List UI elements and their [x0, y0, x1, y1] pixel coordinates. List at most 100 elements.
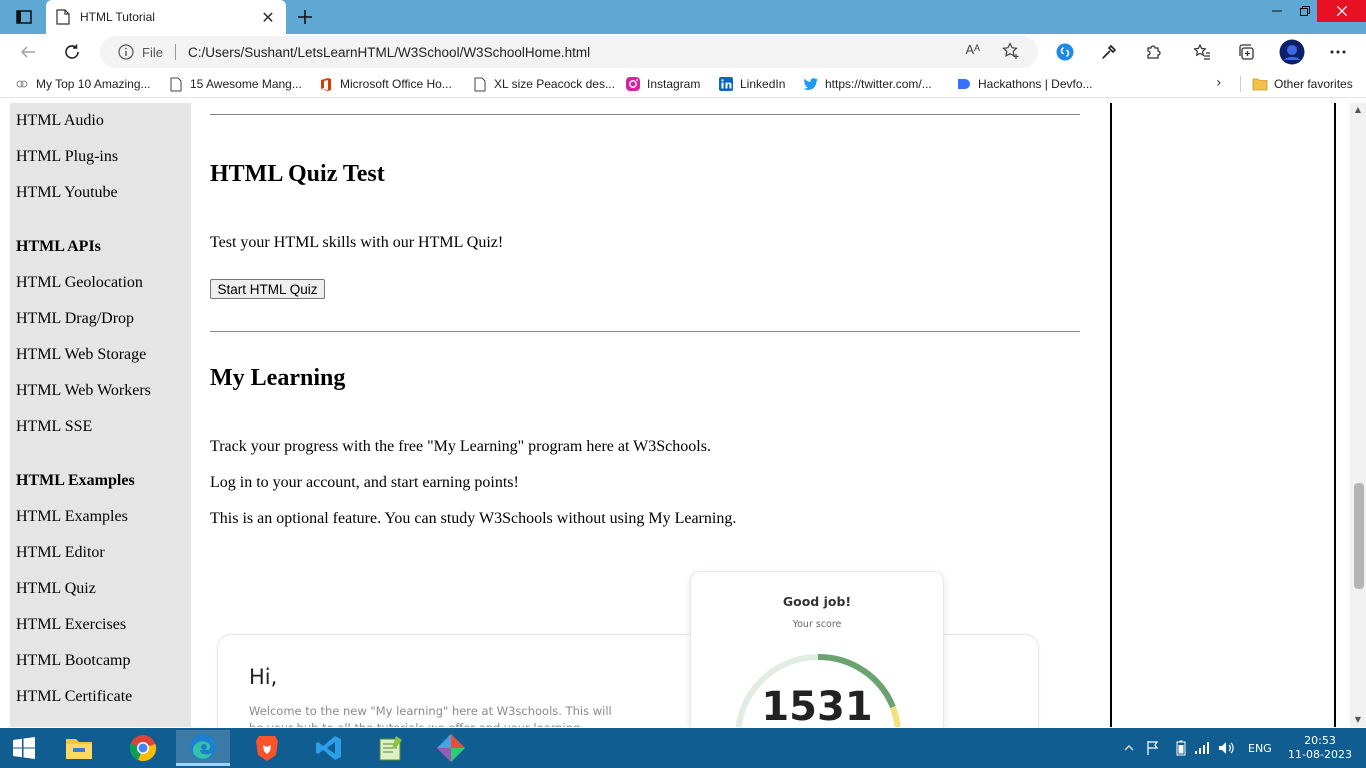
- tab-html-tutorial[interactable]: HTML Tutorial ✕: [46, 0, 286, 34]
- git-icon: [437, 734, 465, 762]
- scroll-thumb[interactable]: [1354, 483, 1364, 589]
- clock-time: 20:53: [1304, 734, 1336, 747]
- favorite-instagram[interactable]: Instagram: [625, 74, 700, 94]
- settings-menu-button[interactable]: [1324, 38, 1352, 66]
- sidebar-item-html-youtube[interactable]: HTML Youtube: [16, 184, 118, 202]
- sidebar-item-html-drag-drop[interactable]: HTML Drag/Drop: [16, 310, 134, 328]
- chevron-up-icon: [1124, 745, 1134, 751]
- avatar: [1279, 39, 1305, 65]
- favorite-15-awesome[interactable]: 15 Awesome Mang...: [168, 74, 302, 94]
- favorite-my-top-10[interactable]: My Top 10 Amazing...: [14, 74, 151, 94]
- minimize-button[interactable]: [1262, 0, 1292, 22]
- other-favorites-folder[interactable]: Other favorites: [1252, 74, 1353, 94]
- score-title: Good job!: [782, 594, 852, 609]
- color-picker-extension-button[interactable]: [1095, 38, 1123, 66]
- chrome-icon: [129, 735, 157, 762]
- extensions-button[interactable]: [1139, 38, 1167, 66]
- shazam-extension-button[interactable]: [1051, 38, 1079, 66]
- favorites-divider: [1240, 76, 1241, 92]
- favorite-hackathons-devfolio[interactable]: Hackathons | Devfo...: [956, 74, 1093, 94]
- taskbar-vscode[interactable]: [302, 730, 356, 766]
- sidebar-item-html-quiz[interactable]: HTML Quiz: [16, 580, 96, 598]
- sidebar-item-html-web-storage[interactable]: HTML Web Storage: [16, 346, 146, 364]
- add-favorite-button[interactable]: [1002, 42, 1020, 64]
- scroll-up-button[interactable]: ▲: [1350, 103, 1366, 117]
- link-icon: [14, 76, 30, 92]
- sidebar-item-html-web-workers[interactable]: HTML Web Workers: [16, 382, 151, 400]
- star-plus-icon: [1002, 42, 1019, 59]
- show-hidden-icons-button[interactable]: [1124, 728, 1134, 768]
- address-bar[interactable]: File C:/Users/Sushant/LetsLearnHTML/W3Sc…: [100, 36, 1038, 68]
- page-icon: [168, 76, 184, 92]
- favorites-overflow-button[interactable]: ›: [1216, 75, 1222, 91]
- tray-volume[interactable]: [1218, 728, 1236, 768]
- tab-actions-icon: [16, 10, 32, 24]
- scroll-down-button[interactable]: ▼: [1350, 713, 1366, 727]
- profile-button[interactable]: [1278, 38, 1306, 66]
- restore-icon: [1300, 6, 1310, 16]
- sidebar-item-html-audio[interactable]: HTML Audio: [16, 112, 104, 130]
- collections-icon: [1239, 44, 1254, 60]
- url-text[interactable]: C:/Users/Sushant/LetsLearnHTML/W3School/…: [188, 45, 590, 60]
- tab-actions-button[interactable]: [8, 6, 40, 28]
- sidebar-item-html-certificate[interactable]: HTML Certificate: [16, 688, 132, 706]
- tray-battery[interactable]: [1176, 728, 1186, 768]
- brave-icon: [256, 736, 278, 761]
- favorites-button[interactable]: [1188, 38, 1216, 66]
- favorite-linkedin[interactable]: LinkedIn: [718, 74, 785, 94]
- restore-button[interactable]: [1290, 0, 1320, 22]
- taskbar-notepad-plus-plus[interactable]: [364, 730, 418, 766]
- tray-network-flag[interactable]: [1146, 728, 1160, 768]
- read-aloud-button[interactable]: Aᴬ: [965, 42, 980, 57]
- minimize-icon: [1272, 10, 1282, 12]
- favorite-label: Other favorites: [1274, 77, 1353, 91]
- favorite-microsoft-office[interactable]: Microsoft Office Ho...: [318, 74, 452, 94]
- arrow-left-icon: [20, 46, 35, 58]
- new-tab-button[interactable]: [292, 4, 318, 30]
- taskbar-edge[interactable]: [176, 730, 230, 766]
- taskbar-brave[interactable]: [240, 730, 294, 766]
- sidebar-heading-html-examples: HTML Examples: [16, 472, 135, 489]
- start-html-quiz-button[interactable]: Start HTML Quiz: [210, 279, 325, 299]
- tray-wifi[interactable]: [1194, 728, 1210, 768]
- vscode-icon: [316, 736, 341, 760]
- taskbar-file-explorer[interactable]: [52, 730, 106, 766]
- close-window-button[interactable]: [1317, 0, 1366, 22]
- taskbar-clock[interactable]: 20:53 11-08-2023: [1280, 734, 1360, 762]
- sidebar-item-html-plug-ins[interactable]: HTML Plug-ins: [16, 148, 118, 166]
- site-info-button[interactable]: File: [118, 44, 163, 60]
- favorite-label: Instagram: [647, 77, 701, 91]
- twitter-icon: [803, 76, 819, 92]
- devfolio-icon: [956, 76, 972, 92]
- my-learning-text-1: Track your progress with the free "My Le…: [210, 438, 711, 455]
- sidebar-item-html-exercises[interactable]: HTML Exercises: [16, 616, 126, 634]
- taskbar-chrome[interactable]: [116, 730, 170, 766]
- tray-language[interactable]: ENG: [1248, 728, 1272, 768]
- my-learning-text-2: Log in to your account, and start earnin…: [210, 474, 519, 491]
- favorite-xl-peacock[interactable]: XL size Peacock des...: [472, 74, 615, 94]
- clock-date: 11-08-2023: [1288, 748, 1352, 761]
- page-scrollbar[interactable]: ▲ ▼: [1350, 103, 1366, 727]
- collections-button[interactable]: [1232, 38, 1260, 66]
- windows-icon: [13, 737, 35, 759]
- sidebar-item-html-bootcamp[interactable]: HTML Bootcamp: [16, 652, 131, 670]
- address-separator: [174, 44, 176, 60]
- score-card: Good job! Your score 1531: [690, 571, 944, 727]
- eyedropper-icon: [1102, 44, 1117, 59]
- greeting-text: Hi,: [249, 665, 278, 689]
- file-scheme-label: File: [142, 44, 163, 60]
- sidebar-item-html-geolocation[interactable]: HTML Geolocation: [16, 274, 143, 292]
- favorite-twitter[interactable]: https://twitter.com/...: [803, 74, 932, 94]
- quiz-description: Test your HTML skills with our HTML Quiz…: [210, 234, 504, 251]
- sidebar-item-html-examples[interactable]: HTML Examples: [16, 508, 128, 526]
- reload-button[interactable]: [58, 38, 86, 66]
- score-subtitle: Your score: [792, 619, 842, 630]
- sidebar-item-html-sse[interactable]: HTML SSE: [16, 418, 92, 436]
- back-button[interactable]: [14, 38, 42, 66]
- start-button[interactable]: [8, 736, 40, 760]
- tab-close-button[interactable]: ✕: [260, 8, 276, 27]
- sidebar-item-html-editor[interactable]: HTML Editor: [16, 544, 105, 562]
- page-viewport: HTML Audio HTML Plug-ins HTML Youtube HT…: [0, 103, 1350, 727]
- favorite-label: My Top 10 Amazing...: [36, 77, 151, 91]
- taskbar-git[interactable]: [424, 730, 478, 766]
